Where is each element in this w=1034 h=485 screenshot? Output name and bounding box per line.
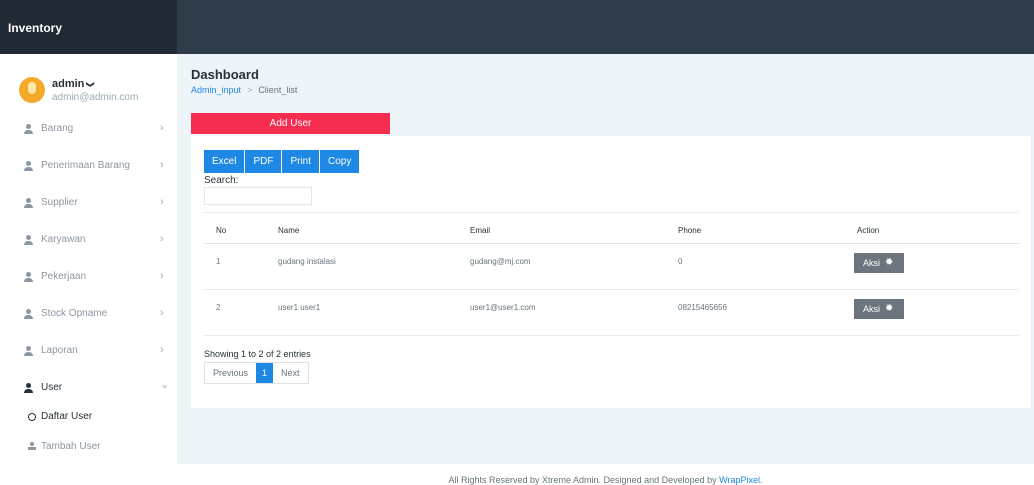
page-1-button[interactable]: 1 xyxy=(256,363,274,383)
sidebar-item-pekerjaan[interactable]: Pekerjaan › xyxy=(0,267,177,291)
footer-link[interactable]: WrapPixel xyxy=(719,475,760,485)
chevron-right-icon: › xyxy=(160,196,164,208)
cell-no: 1 xyxy=(216,257,221,266)
chevron-right-icon: › xyxy=(160,122,164,134)
cell-email: gudang@mj.com xyxy=(470,257,531,266)
circle-icon xyxy=(28,413,36,421)
chevron-down-icon: ⌄ xyxy=(160,379,170,391)
profile-name-row[interactable]: admin ❯ xyxy=(52,78,96,90)
column-header-no[interactable]: No xyxy=(216,226,226,235)
sidebar-subitem-tambah-user[interactable]: Tambah User xyxy=(0,437,177,461)
cell-name: user1 user1 xyxy=(278,303,321,312)
chevron-right-icon: › xyxy=(160,344,164,356)
footer-text: All Rights Reserved by Xtreme Admin. Des… xyxy=(448,475,720,485)
cell-name: gudang instalasi xyxy=(278,257,336,266)
user-icon xyxy=(23,198,34,209)
user-icon xyxy=(23,272,34,283)
aksi-button[interactable]: Aksi ✹ xyxy=(854,299,904,319)
cell-phone: 0 xyxy=(678,257,683,266)
avatar xyxy=(19,77,45,103)
sidebar-item-user[interactable]: User ⌄ xyxy=(0,378,177,402)
pdf-button[interactable]: PDF xyxy=(245,150,282,173)
user-profile[interactable]: admin ❯ admin@admin.com xyxy=(19,74,169,114)
column-header-name[interactable]: Name xyxy=(278,226,299,235)
profile-email: admin@admin.com xyxy=(52,92,139,103)
user-icon xyxy=(23,235,34,246)
column-header-action: Action xyxy=(857,226,880,235)
sidebar-subitem-label: Tambah User xyxy=(41,441,101,452)
breadcrumb-link[interactable]: Admin_input xyxy=(191,85,241,95)
sidebar-item-label: Pekerjaan xyxy=(41,271,87,282)
column-header-email[interactable]: Email xyxy=(470,226,490,235)
sidebar-item-label: Supplier xyxy=(41,197,78,208)
sidebar: admin ❯ admin@admin.com Barang › Penerima… xyxy=(0,54,177,485)
chevron-right-icon: › xyxy=(160,307,164,319)
main-content: Dashboard Admin_input > Client_list Add Us… xyxy=(177,54,1034,464)
user-icon xyxy=(23,124,34,135)
pagination: Previous 1 Next xyxy=(204,362,309,384)
user-icon xyxy=(23,309,34,320)
excel-button[interactable]: Excel xyxy=(204,150,245,173)
user-icon xyxy=(28,442,36,450)
breadcrumb-current: Client_list xyxy=(258,85,298,95)
table-row: 1 gudang instalasi gudang@mj.com 0 Aksi ✹ xyxy=(204,244,1019,290)
sidebar-item-stock-opname[interactable]: Stock Opname › xyxy=(0,304,177,328)
sidebar-item-penerimaan-barang[interactable]: Penerimaan Barang › xyxy=(0,156,177,180)
chevron-down-icon: ❯ xyxy=(86,81,96,88)
search-label: Search: xyxy=(204,175,239,186)
profile-name: admin xyxy=(52,78,85,90)
export-buttons: Excel PDF Print Copy xyxy=(204,150,360,173)
sidebar-item-barang[interactable]: Barang › xyxy=(0,119,177,143)
cell-email: user1@user1.com xyxy=(470,303,536,312)
column-header-phone[interactable]: Phone xyxy=(678,226,701,235)
copy-button[interactable]: Copy xyxy=(320,150,360,173)
user-icon xyxy=(23,346,34,357)
footer-end: . xyxy=(760,475,763,485)
breadcrumb: Admin_input > Client_list xyxy=(191,85,297,95)
cell-phone: 08215465656 xyxy=(678,303,727,312)
chevron-right-icon: › xyxy=(160,270,164,282)
next-page-button[interactable]: Next xyxy=(273,363,308,383)
gear-icon: ✹ xyxy=(885,257,894,268)
aksi-button[interactable]: Aksi ✹ xyxy=(854,253,904,273)
user-icon xyxy=(23,383,34,394)
sidebar-item-label: Karyawan xyxy=(41,234,86,245)
sidebar-item-label: User xyxy=(41,382,63,393)
sidebar-item-label: Barang xyxy=(41,123,74,134)
table-row: 2 user1 user1 user1@user1.com 0821546565… xyxy=(204,290,1019,336)
gear-icon: ✹ xyxy=(885,303,894,314)
sidebar-subitem-label: Daftar User xyxy=(41,411,93,422)
breadcrumb-separator: > xyxy=(247,85,253,95)
sidebar-item-label: Stock Opname xyxy=(41,308,108,319)
sidebar-item-label: Laporan xyxy=(41,345,78,356)
add-user-button[interactable]: Add User xyxy=(191,113,390,134)
chevron-right-icon: › xyxy=(160,233,164,245)
cell-no: 2 xyxy=(216,303,221,312)
sidebar-subitem-daftar-user[interactable]: Daftar User xyxy=(0,407,177,431)
top-navbar: Inventory xyxy=(0,0,1034,54)
sidebar-item-karyawan[interactable]: Karyawan › xyxy=(0,230,177,254)
brand-logo[interactable]: Inventory xyxy=(0,0,177,54)
user-icon xyxy=(23,161,34,172)
page-title: Dashboard xyxy=(191,67,259,82)
search-input[interactable] xyxy=(204,187,312,205)
footer: All Rights Reserved by Xtreme Admin. Des… xyxy=(177,464,1034,485)
user-table: No Name Email Phone Action 1 gudang inst… xyxy=(204,212,1019,336)
table-info: Showing 1 to 2 of 2 entries xyxy=(204,349,311,359)
previous-page-button[interactable]: Previous xyxy=(205,363,256,383)
sidebar-item-label: Penerimaan Barang xyxy=(41,160,130,171)
sidebar-item-laporan[interactable]: Laporan › xyxy=(0,341,177,365)
aksi-label: Aksi xyxy=(863,258,881,268)
table-header: No Name Email Phone Action xyxy=(204,212,1019,244)
aksi-label: Aksi xyxy=(863,304,881,314)
sidebar-item-supplier[interactable]: Supplier › xyxy=(0,193,177,217)
chevron-right-icon: › xyxy=(160,159,164,171)
user-table-card: Excel PDF Print Copy Search: No Name Ema… xyxy=(191,136,1031,408)
print-button[interactable]: Print xyxy=(282,150,320,173)
